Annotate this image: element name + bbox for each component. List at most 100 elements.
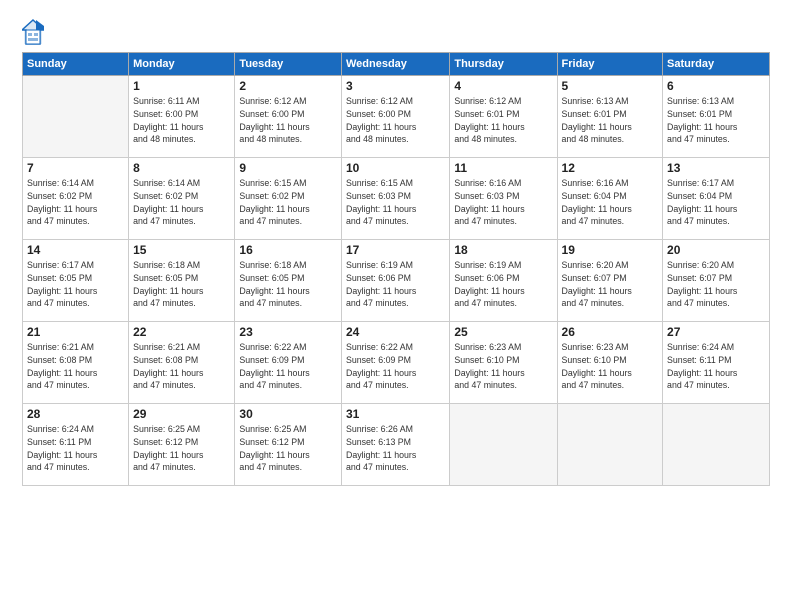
calendar-cell: 8 Sunrise: 6:14 AMSunset: 6:02 PMDaylight… — [129, 158, 235, 240]
week-row-2: 14 Sunrise: 6:17 AMSunset: 6:05 PMDayligh… — [23, 240, 770, 322]
week-row-4: 28Sunrise: 6:24 AMSunset: 6:11 PMDayligh… — [23, 404, 770, 486]
day-number: 10 — [346, 161, 445, 175]
calendar-cell: 14 Sunrise: 6:17 AMSunset: 6:05 PMDayligh… — [23, 240, 129, 322]
day-number: 14 — [27, 243, 124, 257]
cell-info: Sunrise: 6:25 AMSunset: 6:12 PMDaylight:… — [239, 423, 337, 474]
day-number: 7 — [27, 161, 124, 175]
day-number: 30 — [239, 407, 337, 421]
day-number: 9 — [239, 161, 337, 175]
week-row-0: 1 Sunrise: 6:11 AMSunset: 6:00 PMDaylight… — [23, 76, 770, 158]
calendar-cell: 4 Sunrise: 6:12 AMSunset: 6:01 PMDaylight… — [450, 76, 557, 158]
cell-info: Sunrise: 6:22 AMSunset: 6:09 PMDaylight:… — [239, 341, 337, 392]
calendar-cell: 10 Sunrise: 6:15 AMSunset: 6:03 PMDayligh… — [341, 158, 449, 240]
calendar-cell: 19 Sunrise: 6:20 AMSunset: 6:07 PMDayligh… — [557, 240, 663, 322]
day-number: 27 — [667, 325, 765, 339]
day-number: 6 — [667, 79, 765, 93]
cell-info: Sunrise: 6:17 AMSunset: 6:04 PMDaylight:… — [667, 177, 765, 228]
calendar-cell: 23 Sunrise: 6:22 AMSunset: 6:09 PMDayligh… — [235, 322, 342, 404]
calendar-cell: 6 Sunrise: 6:13 AMSunset: 6:01 PMDaylight… — [663, 76, 770, 158]
cell-info: Sunrise: 6:21 AMSunset: 6:08 PMDaylight:… — [27, 341, 124, 392]
calendar-cell: 1 Sunrise: 6:11 AMSunset: 6:00 PMDaylight… — [129, 76, 235, 158]
day-number: 21 — [27, 325, 124, 339]
cell-info: Sunrise: 6:14 AMSunset: 6:02 PMDaylight:… — [27, 177, 124, 228]
calendar-cell: 24 Sunrise: 6:22 AMSunset: 6:09 PMDayligh… — [341, 322, 449, 404]
cell-info: Sunrise: 6:20 AMSunset: 6:07 PMDaylight:… — [562, 259, 659, 310]
calendar-cell — [557, 404, 663, 486]
calendar-cell: 26Sunrise: 6:23 AMSunset: 6:10 PMDayligh… — [557, 322, 663, 404]
calendar-cell: 2 Sunrise: 6:12 AMSunset: 6:00 PMDaylight… — [235, 76, 342, 158]
day-number: 13 — [667, 161, 765, 175]
cell-info: Sunrise: 6:13 AMSunset: 6:01 PMDaylight:… — [667, 95, 765, 146]
calendar-cell: 13 Sunrise: 6:17 AMSunset: 6:04 PMDayligh… — [663, 158, 770, 240]
header — [22, 18, 770, 46]
calendar-cell: 27 Sunrise: 6:24 AMSunset: 6:11 PMDayligh… — [663, 322, 770, 404]
calendar-cell: 30 Sunrise: 6:25 AMSunset: 6:12 PMDayligh… — [235, 404, 342, 486]
cell-info: Sunrise: 6:19 AMSunset: 6:06 PMDaylight:… — [454, 259, 552, 310]
day-number: 25 — [454, 325, 552, 339]
day-header-sunday: Sunday — [23, 53, 129, 76]
calendar-cell: 9 Sunrise: 6:15 AMSunset: 6:02 PMDaylight… — [235, 158, 342, 240]
cell-info: Sunrise: 6:17 AMSunset: 6:05 PMDaylight:… — [27, 259, 124, 310]
day-number: 31 — [346, 407, 445, 421]
calendar-cell: 22 Sunrise: 6:21 AMSunset: 6:08 PMDayligh… — [129, 322, 235, 404]
day-header-thursday: Thursday — [450, 53, 557, 76]
cell-info: Sunrise: 6:14 AMSunset: 6:02 PMDaylight:… — [133, 177, 230, 228]
calendar-cell: 21 Sunrise: 6:21 AMSunset: 6:08 PMDayligh… — [23, 322, 129, 404]
calendar-cell: 15 Sunrise: 6:18 AMSunset: 6:05 PMDayligh… — [129, 240, 235, 322]
cell-info: Sunrise: 6:16 AMSunset: 6:04 PMDaylight:… — [562, 177, 659, 228]
cell-info: Sunrise: 6:15 AMSunset: 6:03 PMDaylight:… — [346, 177, 445, 228]
logo-icon — [22, 18, 44, 46]
day-number: 2 — [239, 79, 337, 93]
cell-info: Sunrise: 6:16 AMSunset: 6:03 PMDaylight:… — [454, 177, 552, 228]
cell-info: Sunrise: 6:12 AMSunset: 6:01 PMDaylight:… — [454, 95, 552, 146]
day-number: 19 — [562, 243, 659, 257]
page: SundayMondayTuesdayWednesdayThursdayFrid… — [0, 0, 792, 612]
cell-info: Sunrise: 6:25 AMSunset: 6:12 PMDaylight:… — [133, 423, 230, 474]
day-number: 8 — [133, 161, 230, 175]
cell-info: Sunrise: 6:12 AMSunset: 6:00 PMDaylight:… — [346, 95, 445, 146]
calendar-cell — [450, 404, 557, 486]
cell-info: Sunrise: 6:23 AMSunset: 6:10 PMDaylight:… — [454, 341, 552, 392]
day-number: 3 — [346, 79, 445, 93]
cell-info: Sunrise: 6:23 AMSunset: 6:10 PMDaylight:… — [562, 341, 659, 392]
calendar-cell: 3 Sunrise: 6:12 AMSunset: 6:00 PMDaylight… — [341, 76, 449, 158]
cell-info: Sunrise: 6:15 AMSunset: 6:02 PMDaylight:… — [239, 177, 337, 228]
logo — [22, 18, 46, 46]
calendar-cell: 28Sunrise: 6:24 AMSunset: 6:11 PMDayligh… — [23, 404, 129, 486]
day-number: 4 — [454, 79, 552, 93]
week-row-3: 21 Sunrise: 6:21 AMSunset: 6:08 PMDayligh… — [23, 322, 770, 404]
day-number: 11 — [454, 161, 552, 175]
day-number: 28 — [27, 407, 124, 421]
calendar-cell — [23, 76, 129, 158]
cell-info: Sunrise: 6:11 AMSunset: 6:00 PMDaylight:… — [133, 95, 230, 146]
day-header-friday: Friday — [557, 53, 663, 76]
day-number: 20 — [667, 243, 765, 257]
day-number: 1 — [133, 79, 230, 93]
calendar-cell: 17Sunrise: 6:19 AMSunset: 6:06 PMDayligh… — [341, 240, 449, 322]
calendar-table: SundayMondayTuesdayWednesdayThursdayFrid… — [22, 52, 770, 486]
day-number: 24 — [346, 325, 445, 339]
cell-info: Sunrise: 6:21 AMSunset: 6:08 PMDaylight:… — [133, 341, 230, 392]
cell-info: Sunrise: 6:20 AMSunset: 6:07 PMDaylight:… — [667, 259, 765, 310]
cell-info: Sunrise: 6:19 AMSunset: 6:06 PMDaylight:… — [346, 259, 445, 310]
day-number: 15 — [133, 243, 230, 257]
day-header-wednesday: Wednesday — [341, 53, 449, 76]
calendar-cell: 20 Sunrise: 6:20 AMSunset: 6:07 PMDayligh… — [663, 240, 770, 322]
day-number: 22 — [133, 325, 230, 339]
cell-info: Sunrise: 6:22 AMSunset: 6:09 PMDaylight:… — [346, 341, 445, 392]
calendar-cell — [663, 404, 770, 486]
cell-info: Sunrise: 6:12 AMSunset: 6:00 PMDaylight:… — [239, 95, 337, 146]
cell-info: Sunrise: 6:24 AMSunset: 6:11 PMDaylight:… — [667, 341, 765, 392]
calendar-cell: 16Sunrise: 6:18 AMSunset: 6:05 PMDayligh… — [235, 240, 342, 322]
calendar-cell: 12Sunrise: 6:16 AMSunset: 6:04 PMDayligh… — [557, 158, 663, 240]
day-number: 23 — [239, 325, 337, 339]
day-header-saturday: Saturday — [663, 53, 770, 76]
calendar-header-row: SundayMondayTuesdayWednesdayThursdayFrid… — [23, 53, 770, 76]
day-number: 5 — [562, 79, 659, 93]
calendar-cell: 29Sunrise: 6:25 AMSunset: 6:12 PMDayligh… — [129, 404, 235, 486]
cell-info: Sunrise: 6:13 AMSunset: 6:01 PMDaylight:… — [562, 95, 659, 146]
calendar-cell: 18Sunrise: 6:19 AMSunset: 6:06 PMDayligh… — [450, 240, 557, 322]
calendar-cell: 5 Sunrise: 6:13 AMSunset: 6:01 PMDaylight… — [557, 76, 663, 158]
day-header-tuesday: Tuesday — [235, 53, 342, 76]
cell-info: Sunrise: 6:18 AMSunset: 6:05 PMDaylight:… — [133, 259, 230, 310]
